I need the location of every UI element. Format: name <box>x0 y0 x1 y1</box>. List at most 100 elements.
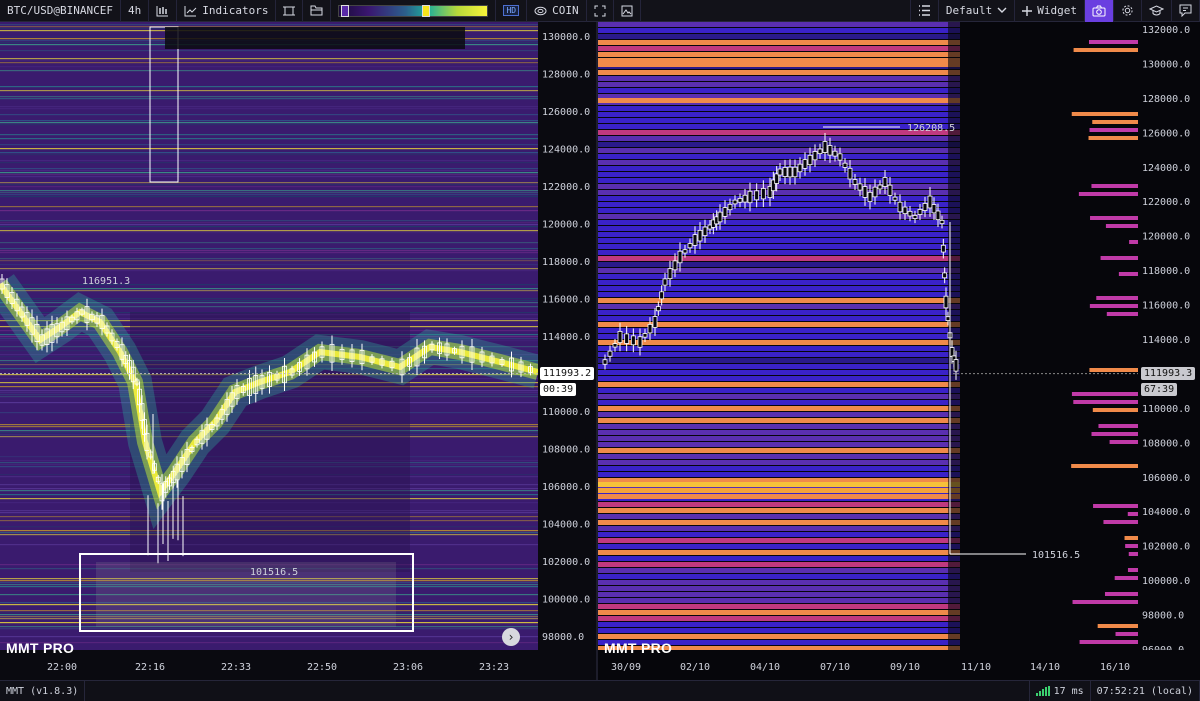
liquidity-band <box>0 152 538 154</box>
indicators-button[interactable]: Indicators <box>177 0 277 22</box>
time-tick-label: 22:33 <box>221 662 251 673</box>
liquidity-band <box>0 284 538 286</box>
heatmap-chart[interactable]: 116951.3 101516.5 130000.0 128000.0 126000.0… <box>0 22 596 680</box>
range-handle-high[interactable] <box>422 4 431 17</box>
liquidity-band <box>0 120 538 122</box>
price-tick-label: 106000.0 <box>542 482 590 493</box>
liquidity-chart[interactable]: 126208.5 101516.5 132000.0 130000.0 128000.0… <box>598 22 1200 680</box>
timeframe-label: 4h <box>127 4 142 17</box>
candle-body <box>822 141 828 153</box>
fullscreen-button[interactable] <box>587 0 614 22</box>
left-countdown-tag: 00:39 <box>540 383 577 396</box>
version-label: MMT (v1.8.3) <box>0 680 86 701</box>
price-tick-label: 132000.0 <box>1142 25 1190 36</box>
scroll-to-realtime-button[interactable]: › <box>502 628 520 646</box>
liquidity-chart-panel[interactable]: 126208.5 101516.5 132000.0 130000.0 128000.0… <box>598 22 1200 680</box>
candle-body <box>935 210 941 221</box>
price-tick-label: 98000.0 <box>542 632 584 643</box>
liquidity-band <box>0 252 538 254</box>
academy-button[interactable] <box>1142 0 1172 22</box>
candle-body <box>882 177 888 187</box>
screenshot-button[interactable] <box>1085 0 1114 22</box>
price-tick-label: 118000.0 <box>1142 266 1190 277</box>
candle-body <box>940 244 946 253</box>
folder-icon <box>310 5 323 16</box>
liquidity-band <box>0 108 538 110</box>
candle-body <box>917 209 923 215</box>
liquidity-band <box>598 346 960 351</box>
candle-body <box>812 151 818 161</box>
annotation-low: 101516.5 <box>250 567 298 578</box>
liquidity-band <box>598 460 960 465</box>
profile-bar <box>1089 128 1138 132</box>
right-countdown-tag: 67:39 <box>1141 383 1178 396</box>
indicators-icon <box>184 5 197 17</box>
open-layout-button[interactable] <box>303 0 332 22</box>
candle-body <box>953 359 959 372</box>
liquidity-band <box>0 86 538 88</box>
profile-bar <box>1096 296 1138 300</box>
candle-body <box>617 330 623 344</box>
layouts-list-button[interactable] <box>909 0 939 22</box>
profile-bar <box>1129 240 1138 244</box>
profile-bar <box>1093 504 1138 508</box>
latency-indicator: 17 ms <box>1028 680 1091 701</box>
hd-toggle[interactable]: HD <box>496 0 528 22</box>
liquidity-band <box>0 184 538 186</box>
candle-body <box>842 162 848 168</box>
add-widget-button[interactable]: Widget <box>1015 0 1085 22</box>
candle-body <box>702 226 708 237</box>
image-icon <box>621 5 633 17</box>
candle-body <box>630 335 636 346</box>
annotation-high: 116951.3 <box>82 276 130 287</box>
symbol-selector[interactable]: BTC/USD@BINANCEF <box>0 0 121 22</box>
candle-body <box>687 243 693 249</box>
candle-body <box>897 201 903 213</box>
profile-bar <box>1092 120 1138 124</box>
price-tick-label: 98000.0 <box>1142 611 1184 622</box>
heatmap-range-slider[interactable] <box>331 0 497 22</box>
price-tick-label: 102000.0 <box>542 557 590 568</box>
liquidity-band <box>598 556 960 561</box>
liquidity-band <box>0 220 538 222</box>
heatmap-gradient[interactable] <box>338 4 489 17</box>
coin-selector[interactable]: COIN <box>527 0 587 22</box>
heatmap-chart-panel[interactable]: 116951.3 101516.5 130000.0 128000.0 126000.0… <box>0 22 596 680</box>
layout-selector[interactable]: Default <box>939 0 1016 22</box>
profile-bar <box>1115 632 1138 636</box>
liquidity-band <box>598 316 960 321</box>
camera-icon <box>1092 5 1106 17</box>
liquidity-band <box>598 568 960 573</box>
liquidity-band <box>598 304 960 309</box>
liquidity-band <box>0 174 538 176</box>
candle-body <box>847 167 853 180</box>
candle-body <box>754 190 760 201</box>
range-handle-low[interactable] <box>341 4 350 17</box>
crop-button[interactable] <box>276 0 304 22</box>
candle-body <box>832 150 838 157</box>
snapshot-image-button[interactable] <box>614 0 641 22</box>
profile-bar <box>1109 440 1138 444</box>
liquidity-band <box>0 190 538 192</box>
profile-bar <box>1071 392 1138 396</box>
profile-bar <box>1104 592 1138 596</box>
candle-body <box>612 343 618 348</box>
liquidity-band <box>0 114 538 116</box>
settings-button[interactable] <box>1114 0 1142 22</box>
time-tick-label: 22:00 <box>47 662 77 673</box>
candle-body <box>682 249 688 254</box>
liquidity-band <box>598 598 960 603</box>
liquidity-band <box>0 172 538 174</box>
liquidity-band <box>598 580 960 585</box>
candle-body <box>802 159 808 169</box>
chart-type-button[interactable] <box>149 0 178 22</box>
indicators-label: Indicators <box>202 4 269 17</box>
price-tick-label: 114000.0 <box>542 332 590 343</box>
feedback-button[interactable] <box>1172 0 1200 22</box>
candle-body <box>797 163 803 173</box>
candle-body <box>862 186 868 198</box>
profile-bar <box>1090 216 1138 220</box>
timeframe-selector[interactable]: 4h <box>121 0 150 22</box>
liquidity-band <box>598 508 960 513</box>
status-bar: MMT (v1.8.3) 17 ms 07:52:21 (local) <box>0 680 1200 701</box>
